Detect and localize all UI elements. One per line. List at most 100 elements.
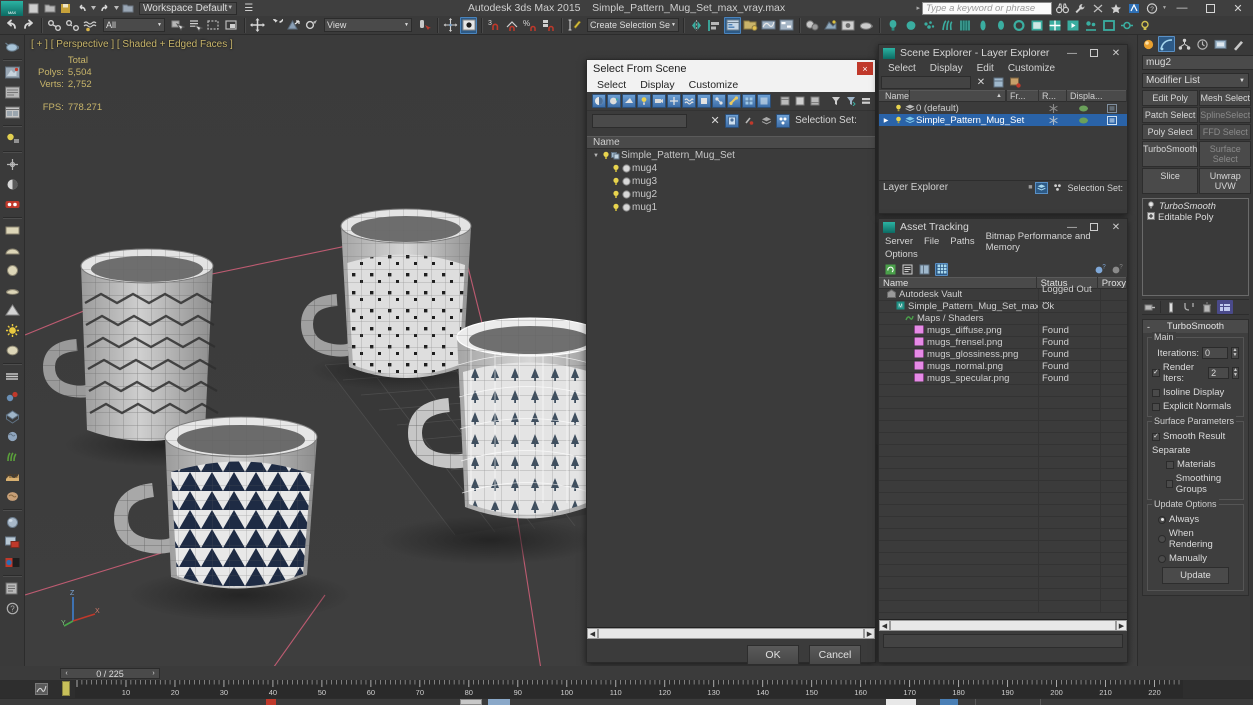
column-name[interactable]: Name xyxy=(879,277,1037,289)
smoothing-groups-checkbox[interactable] xyxy=(1166,480,1173,488)
asset-path-input[interactable] xyxy=(883,634,1123,648)
modifier-button[interactable]: Surface Select xyxy=(1199,141,1252,167)
asset-list[interactable]: Autodesk Vault Logged Out ... M Simple_P… xyxy=(879,284,1127,619)
tab-create[interactable] xyxy=(1140,36,1157,52)
render-toggle-icon[interactable] xyxy=(1069,104,1097,113)
minimize-button[interactable]: — xyxy=(1061,46,1083,60)
modifier-button[interactable]: TurboSmooth xyxy=(1142,141,1199,167)
create-layer-icon[interactable] xyxy=(991,77,1005,88)
modifier-button[interactable]: Edit Poly xyxy=(1142,90,1199,106)
modifier-button[interactable]: Slice xyxy=(1142,168,1199,194)
tree-row-object[interactable]: mug3 xyxy=(587,175,875,188)
select-children-icon[interactable] xyxy=(725,113,740,128)
time-slider-key[interactable] xyxy=(62,681,70,696)
tab-hierarchy[interactable] xyxy=(1176,36,1193,52)
spinner-snap-toggle-icon[interactable] xyxy=(540,17,557,34)
container-icon[interactable] xyxy=(1100,17,1117,34)
viewport-label[interactable]: [ + ] [ Perspective ] [ Shaded + Edged F… xyxy=(31,39,233,50)
freeze-toggle-icon[interactable] xyxy=(1037,103,1069,113)
horizontal-scrollbar[interactable]: ◀ ▶ xyxy=(587,627,875,639)
grid-view-icon[interactable] xyxy=(935,262,948,276)
selection-set-icon[interactable] xyxy=(776,113,791,128)
menu-bitmap-performance[interactable]: Bitmap Performance and Memory xyxy=(986,231,1127,253)
menu-display[interactable]: Display xyxy=(640,79,674,91)
layer-explorer-mode-icon[interactable] xyxy=(1035,181,1049,194)
vray-fog-icon[interactable] xyxy=(2,487,23,506)
asset-row-empty[interactable] xyxy=(879,444,1127,457)
manually-radio[interactable] xyxy=(1158,554,1166,563)
sphere-primitive-icon[interactable] xyxy=(2,261,23,280)
mirror-icon[interactable] xyxy=(688,17,705,34)
tree-row-object[interactable]: mug4 xyxy=(587,162,875,175)
toggle-scene-explorer-icon[interactable] xyxy=(724,16,741,34)
render-production-icon[interactable] xyxy=(858,17,875,34)
unlink-selection-icon[interactable] xyxy=(64,17,81,34)
modifier-button[interactable]: Unwrap UVW xyxy=(1199,168,1252,194)
filter-funnel-icon[interactable] xyxy=(829,94,843,108)
bind-to-space-warp-icon[interactable] xyxy=(82,17,99,34)
lightbulb-icon[interactable] xyxy=(893,104,903,112)
gradient-map-icon[interactable] xyxy=(2,553,23,572)
sunlight-icon[interactable] xyxy=(2,321,23,340)
search-expander-icon[interactable]: ▸ xyxy=(917,4,921,12)
asset-row-empty[interactable] xyxy=(879,504,1127,517)
menu-server[interactable]: Server xyxy=(885,236,913,247)
menu-customize[interactable]: Customize xyxy=(689,79,739,91)
clear-selection-icon[interactable]: ✕ xyxy=(708,114,722,128)
find-input[interactable] xyxy=(881,76,971,89)
scroll-right-icon[interactable]: ▶ xyxy=(864,628,875,639)
render-toggle-icon[interactable] xyxy=(1069,116,1097,125)
use-selection-center-icon[interactable] xyxy=(442,17,459,34)
undo-icon[interactable] xyxy=(74,1,89,15)
asset-row-empty[interactable] xyxy=(879,516,1127,529)
populate-icon[interactable] xyxy=(1082,17,1099,34)
autodesk-360-icon[interactable] xyxy=(1126,1,1142,15)
iterations-spinner[interactable]: ▲ ▼ xyxy=(1231,347,1239,359)
sphere-primitive-icon[interactable] xyxy=(902,17,919,34)
material-ball-icon[interactable] xyxy=(2,513,23,532)
select-object-icon[interactable] xyxy=(169,17,186,34)
asset-row[interactable]: Maps / Shaders xyxy=(879,312,1127,325)
asset-row-empty[interactable] xyxy=(879,420,1127,433)
named-selection-set-dropdown[interactable]: Create Selection Se ▼ xyxy=(587,18,679,32)
selection-filter-dropdown[interactable]: All ▼ xyxy=(103,18,165,32)
asset-row-empty[interactable] xyxy=(879,540,1127,553)
curve-editor-icon[interactable] xyxy=(760,17,777,34)
asset-horizontal-scrollbar[interactable]: ◀ ▶ xyxy=(879,619,1127,631)
hemisphere-primitive-icon[interactable] xyxy=(2,241,23,260)
scrollbar-thumb[interactable] xyxy=(890,620,1116,631)
menu-customize[interactable]: Customize xyxy=(1008,63,1055,74)
rollout-collapse-icon[interactable]: - xyxy=(1147,322,1150,332)
transform-gizmo-icon[interactable] xyxy=(2,155,23,174)
display-helpers-icon[interactable] xyxy=(667,94,681,108)
plane-primitive-icon[interactable] xyxy=(2,221,23,240)
percent-snap-toggle-icon[interactable]: % xyxy=(522,17,539,34)
expand-all-icon[interactable] xyxy=(778,94,792,108)
wrench-icon[interactable] xyxy=(1072,1,1088,15)
asset-row[interactable]: mugs_frensel.png Found xyxy=(879,336,1127,349)
prev-frame-icon[interactable]: ‹ xyxy=(61,670,72,677)
layer-row[interactable]: 0 (default) xyxy=(879,102,1127,114)
sort-hierarchy-icon[interactable] xyxy=(844,94,858,108)
stack-item-editablepoly[interactable]: Editable Poly xyxy=(1145,212,1246,223)
use-pivot-point-center-icon[interactable] xyxy=(416,17,433,34)
cloth-modifier-icon[interactable] xyxy=(956,17,973,34)
search-input[interactable]: Type a keyword or phrase xyxy=(922,1,1053,15)
tab-modify[interactable] xyxy=(1158,36,1175,52)
asset-tracking-panel[interactable]: Asset Tracking — ✕ Server File Paths Bit… xyxy=(878,218,1128,663)
select-influences-icon[interactable] xyxy=(742,114,756,128)
always-radio[interactable] xyxy=(1158,515,1166,524)
undo-dropdown-icon[interactable] xyxy=(90,1,96,15)
qat-overflow-icon[interactable]: ☰ xyxy=(241,1,256,15)
asset-row-empty[interactable] xyxy=(879,564,1127,577)
display-lights-icon[interactable] xyxy=(637,94,651,108)
workspace-selector[interactable]: Workspace Default ▼ xyxy=(139,1,238,15)
redo-scene-operation-icon[interactable] xyxy=(20,17,37,34)
column-header-name[interactable]: Name xyxy=(587,136,875,149)
render-frame-window-icon[interactable] xyxy=(2,103,23,122)
scene-object-tree[interactable]: ▼ Simple_Pattern_Mug_Set mug4 mug3 mug2 … xyxy=(587,149,875,627)
scroll-left-icon[interactable]: ◀ xyxy=(879,620,890,631)
scene-explorer-title-bar[interactable]: Scene Explorer - Layer Explorer — ✕ xyxy=(879,45,1127,61)
explicit-normals-checkbox[interactable] xyxy=(1152,402,1160,411)
scroll-right-icon[interactable]: ▶ xyxy=(1116,620,1127,631)
